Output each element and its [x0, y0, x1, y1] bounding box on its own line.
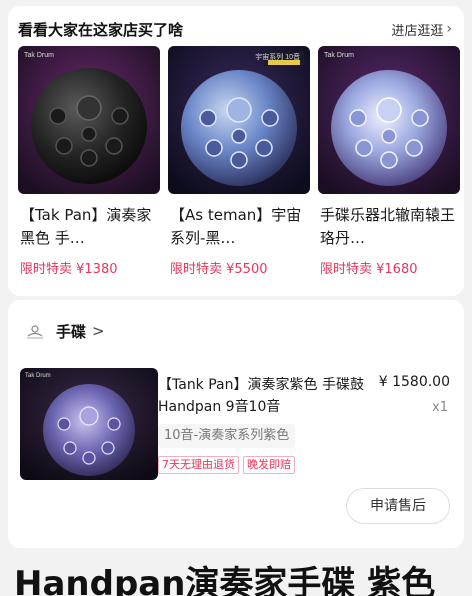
product-image: Tak Drum — [18, 46, 160, 194]
product-price: 限时特卖 ¥5500 — [170, 262, 268, 277]
product-price: 限时特卖 ¥1380 — [20, 262, 118, 277]
store-recommendation-card: 看看大家在这家店买了啥 进店逛逛 › Tak Drum 【Tak Pan】演奏家… — [8, 6, 464, 296]
product-image-tag: Tak Drum — [24, 52, 54, 59]
enter-store-link[interactable]: 进店逛逛 › — [391, 20, 452, 39]
order-item-image-tag: Tak Drum — [25, 373, 51, 379]
page: 看看大家在这家店买了啥 进店逛逛 › Tak Drum 【Tak Pan】演奏家… — [0, 0, 472, 596]
order-item[interactable]: Tak Drum 【Tank Pan】演奏家紫色 手碟鼓Handpan 9音10… — [20, 368, 450, 484]
product-image-tag: 宇宙系列 10音 — [255, 54, 300, 61]
enter-store-label: 进店逛逛 — [391, 23, 444, 39]
return-policy-badge: 7天无理由退货 — [158, 456, 239, 474]
order-item-quantity: x1 — [432, 400, 448, 415]
shop-name: 手碟 — [56, 322, 87, 341]
order-item-title: 【Tank Pan】演奏家紫色 手碟鼓Handpan 9音10音 — [158, 377, 364, 415]
product-name: 手碟乐器北辙南辕王珞丹… — [320, 206, 456, 247]
product-card[interactable]: Tak Drum 手碟乐器北辙南辕王珞丹… 限时特卖 ¥1680 — [318, 46, 460, 277]
product-list: Tak Drum 【Tak Pan】演奏家黑色 手… 限时特卖 ¥1380 宇宙… — [18, 46, 460, 277]
product-image-tag: Tak Drum — [324, 52, 354, 59]
product-name: 【As teman】宇宙系列-黑… — [170, 206, 302, 247]
chevron-right-icon: › — [446, 21, 452, 37]
product-title: Handpan演奏家手碟 紫色 — [14, 564, 436, 596]
product-card[interactable]: Tak Drum 【Tak Pan】演奏家黑色 手… 限时特卖 ¥1380 — [18, 46, 160, 277]
after-sale-button[interactable]: 申请售后 — [346, 488, 450, 524]
shop-icon — [24, 320, 46, 342]
product-image: Tak Drum — [318, 46, 460, 194]
order-card: 手碟 > Tak Drum 【Tank Pan】演奏家紫色 手碟鼓Handpan… — [8, 300, 464, 548]
shop-header[interactable]: 手碟 > — [24, 320, 105, 342]
order-item-price: ¥ 1580.00 — [378, 374, 450, 390]
product-card[interactable]: 宇宙系列 10音 【As teman】宇宙系列-黑… 限时特卖 ¥5500 — [168, 46, 310, 277]
product-image: 宇宙系列 10音 — [168, 46, 310, 194]
product-name: 【Tak Pan】演奏家黑色 手… — [20, 206, 152, 247]
order-item-image: Tak Drum — [20, 368, 158, 480]
store-header: 看看大家在这家店买了啥 进店逛逛 › — [18, 16, 452, 42]
order-item-tags: 7天无理由退货 晚发即赔 — [158, 456, 295, 474]
product-price: 限时特卖 ¥1680 — [320, 262, 418, 277]
store-section-title: 看看大家在这家店买了啥 — [18, 20, 184, 39]
order-item-sku: 10音-演奏家系列紫色 — [158, 424, 296, 448]
chevron-right-icon: > — [92, 322, 105, 340]
late-shipment-badge: 晚发即赔 — [243, 456, 295, 474]
